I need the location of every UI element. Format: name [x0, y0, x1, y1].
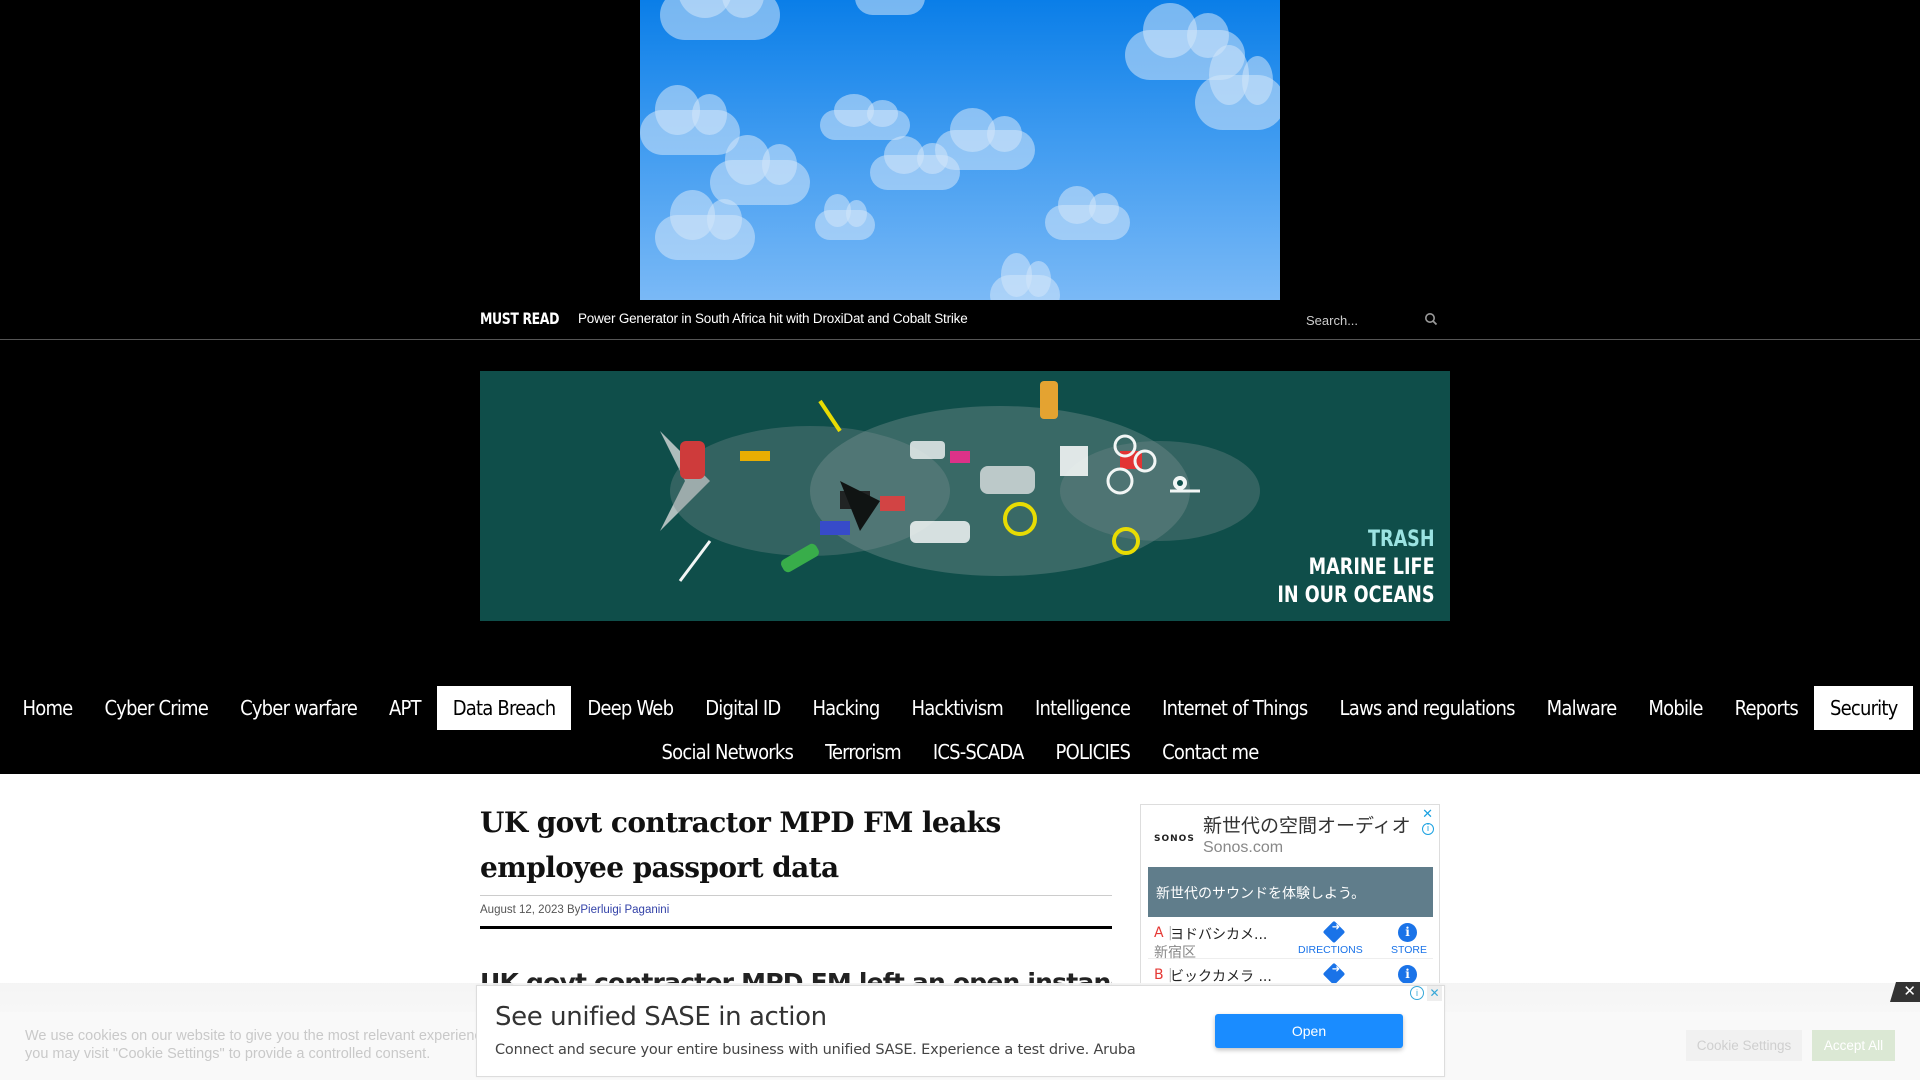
nav-item-ics-scada[interactable]: ICS-SCADA — [917, 730, 1040, 774]
marine-life-banner[interactable]: TRASH MARINE LIFE IN OUR OCEANS — [480, 371, 1450, 621]
nav-item-digital-id[interactable]: Digital ID — [689, 686, 796, 730]
nav-item-apt[interactable]: APT — [373, 686, 437, 730]
ad-close-icon[interactable]: ✕ — [1422, 807, 1433, 822]
cloud-shape — [640, 85, 740, 155]
title-divider — [480, 895, 1112, 896]
directions-label[interactable]: DIRECTIONS — [1298, 944, 1363, 956]
author-link[interactable]: Pierluigi Paganini — [580, 904, 669, 916]
nav-row-2: Social Networks Terrorism ICS-SCADA POLICIE… — [0, 730, 1920, 774]
article-title: UK govt contractor MPD FM leaks employee… — [480, 806, 1001, 884]
cloud-shape — [820, 93, 910, 140]
cloud-shape — [990, 253, 1060, 300]
must-read-headline-link[interactable]: Power Generator in South Africa hit with… — [578, 311, 968, 326]
store-label[interactable]: STORE — [1391, 944, 1427, 956]
nav-item-hacktivism[interactable]: Hacktivism — [896, 686, 1019, 730]
top-advertisement[interactable] — [640, 0, 1280, 300]
cookie-text: We use cookies on our website to give yo… — [25, 1027, 485, 1063]
cloud-shape — [1195, 44, 1280, 130]
sidebar-advertisement[interactable]: SONOS 新世代の空間オーディオ Sonos.com ✕ i 新世代のサウンド… — [1140, 804, 1440, 994]
bottom-advertisement[interactable]: See unified SASE in action Connect and s… — [476, 985, 1445, 1077]
page: MUST READ Power Generator in South Afric… — [0, 0, 1920, 1080]
ad-panel[interactable]: 新世代のサウンドを体験しよう。 — [1148, 867, 1433, 917]
banner-line-1: TRASH — [1368, 527, 1435, 552]
banner-text: TRASH MARINE LIFE IN OUR OCEANS — [1278, 526, 1435, 610]
article-by: By — [566, 904, 581, 916]
nav-item-security[interactable]: Security — [1813, 686, 1914, 730]
ad-headline[interactable]: See unified SASE in action — [495, 1002, 827, 1032]
cloud-shape — [815, 193, 875, 240]
nav-item-deep-web[interactable]: Deep Web — [571, 686, 689, 730]
cloud-shape — [655, 190, 755, 260]
nav-item-mobile[interactable]: Mobile — [1632, 686, 1718, 730]
nav-item-malware[interactable]: Malware — [1531, 686, 1633, 730]
nav-item-hacking[interactable]: Hacking — [796, 686, 895, 730]
store-info-icon[interactable]: i — [1398, 923, 1417, 942]
nav-item-cyber-warfare[interactable]: Cyber warfare — [224, 686, 373, 730]
nav-item-social-networks[interactable]: Social Networks — [646, 730, 810, 774]
ad-info-icon[interactable]: i — [1422, 823, 1434, 835]
nav-item-contact-me[interactable]: Contact me — [1146, 730, 1274, 774]
meta-divider — [480, 926, 1112, 929]
nav-item-home[interactable]: Home — [7, 686, 89, 730]
ad-brand-logo: SONOS — [1154, 834, 1195, 844]
directions-icon[interactable] — [1322, 962, 1346, 986]
nav-item-intelligence[interactable]: Intelligence — [1019, 686, 1146, 730]
article-meta: August 12, 2023 ByPierluigi Paganini — [480, 904, 669, 916]
cookie-text-line-1: We use cookies on our website to give yo… — [25, 1028, 485, 1044]
store-name: ヨドバシカメ... — [1170, 927, 1268, 943]
must-read-bar: MUST READ Power Generator in South Afric… — [0, 300, 1920, 340]
ad-domain[interactable]: Sonos.com — [1203, 839, 1283, 857]
store-location: 新宿区 — [1154, 945, 1196, 961]
cloud-shape — [710, 135, 810, 205]
nav-item-data-breach[interactable]: Data Breach — [436, 686, 572, 730]
must-read-label: MUST READ — [480, 309, 560, 328]
store-row[interactable]: A | ヨドバシカメ... 新宿区 DIRECTIONS i STORE — [1148, 919, 1433, 961]
accept-all-button[interactable]: Accept All — [1812, 1030, 1895, 1061]
nav-item-laws-and-regulations[interactable]: Laws and regulations — [1324, 686, 1531, 730]
banner-line-2: MARINE LIFE — [1309, 555, 1435, 580]
nav-item-policies[interactable]: POLICIES — [1040, 730, 1147, 774]
nav-item-cyber-crime[interactable]: Cyber Crime — [88, 686, 224, 730]
cloud-shape — [1045, 185, 1130, 240]
cookie-text-line-2: you may visit "Cookie Settings" to provi… — [25, 1046, 431, 1062]
nav-item-reports[interactable]: Reports — [1719, 686, 1814, 730]
adchoices-icon[interactable]: i — [1410, 986, 1424, 1000]
directions-icon[interactable] — [1322, 920, 1346, 944]
nav-item-terrorism[interactable]: Terrorism — [809, 730, 917, 774]
store-info-icon[interactable]: i — [1398, 965, 1417, 984]
cookie-settings-button[interactable]: Cookie Settings — [1686, 1030, 1802, 1061]
ad-headline[interactable]: 新世代の空間オーディオ — [1203, 811, 1411, 838]
ad-close-icon[interactable]: ✕ — [1427, 986, 1442, 1001]
main-navigation: Home Cyber Crime Cyber warfare APT Data Brea… — [0, 686, 1920, 774]
cloud-shape — [660, 0, 780, 40]
banner-line-3: IN OUR OCEANS — [1277, 583, 1435, 608]
ad-description: Connect and secure your entire business … — [495, 1042, 1136, 1058]
nav-item-internet-of-things[interactable]: Internet of Things — [1146, 686, 1323, 730]
search-icon[interactable] — [1424, 312, 1438, 326]
cloud-shape — [855, 0, 925, 15]
cloud-shape — [935, 108, 1035, 170]
ad-open-button[interactable]: Open — [1215, 1014, 1403, 1048]
article-date: August 12, 2023 — [480, 904, 564, 916]
nav-row-1: Home Cyber Crime Cyber warfare APT Data Brea… — [0, 686, 1920, 730]
